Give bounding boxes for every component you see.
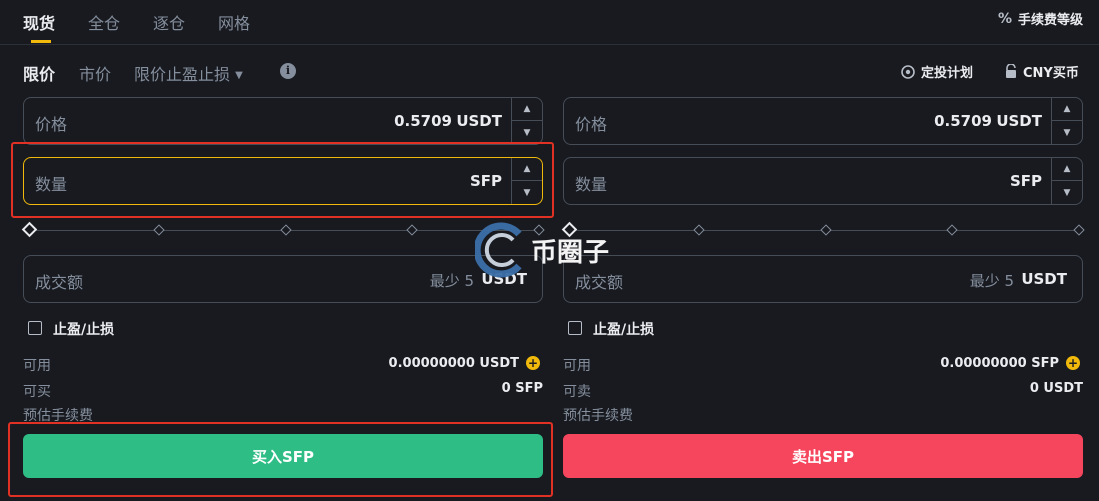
sell-total-field[interactable]: 成交额 最少 5 USDT bbox=[563, 255, 1083, 303]
sell-max-label: 可卖 bbox=[563, 384, 591, 400]
sell-available-value: 0.00000000 SFP bbox=[940, 356, 1059, 371]
buy-slider-stop-25[interactable] bbox=[153, 224, 165, 236]
decrement-icon[interactable]: ▼ bbox=[1052, 181, 1082, 204]
watermark-logo-icon bbox=[475, 222, 522, 278]
order-type-market[interactable]: 市价 bbox=[79, 61, 111, 85]
sell-slider-stop-25[interactable] bbox=[693, 224, 705, 236]
decrement-icon[interactable]: ▼ bbox=[512, 121, 542, 144]
tab-spot[interactable]: 现货 bbox=[23, 10, 55, 34]
sell-slider-stop-75[interactable] bbox=[946, 224, 958, 236]
deposit-plus-icon[interactable]: + bbox=[1066, 356, 1080, 370]
buy-max-label: 可买 bbox=[23, 384, 51, 400]
sell-available-label: 可用 bbox=[563, 358, 591, 374]
info-icon[interactable]: i bbox=[280, 63, 296, 79]
buy-price-field[interactable]: 价格 0.5709 USDT ▲ ▼ bbox=[23, 97, 543, 145]
fee-tier-link[interactable]: % 手续费等级 bbox=[997, 9, 1083, 29]
increment-icon[interactable]: ▲ bbox=[1052, 98, 1082, 121]
buy-price-unit: USDT bbox=[456, 112, 502, 130]
tab-isolated[interactable]: 逐仓 bbox=[153, 10, 185, 34]
sell-total-unit: USDT bbox=[1021, 270, 1067, 288]
buy-slider-stop-75[interactable] bbox=[406, 224, 418, 236]
sell-amount-stepper[interactable]: ▲ ▼ bbox=[1051, 158, 1082, 204]
increment-icon[interactable]: ▲ bbox=[1052, 158, 1082, 181]
buy-available-label: 可用 bbox=[23, 358, 51, 374]
tabs-divider bbox=[0, 44, 1099, 45]
caret-down-icon: ▼ bbox=[235, 70, 243, 81]
lock-icon bbox=[1006, 64, 1016, 78]
sell-price-field[interactable]: 价格 0.5709 USDT ▲ ▼ bbox=[563, 97, 1083, 145]
highlight-box-amount bbox=[11, 142, 554, 218]
sell-amount-unit: SFP bbox=[1009, 172, 1042, 190]
buy-cny-label: CNY买币 bbox=[1023, 66, 1079, 81]
sell-slider-stop-50[interactable] bbox=[820, 224, 832, 236]
order-type-limit[interactable]: 限价 bbox=[23, 61, 55, 85]
sell-amount-label: 数量 bbox=[575, 175, 608, 194]
sell-slider-stop-100[interactable] bbox=[1073, 224, 1085, 236]
order-type-stop-limit-label: 限价止盈止损 bbox=[134, 65, 231, 84]
buy-price-value[interactable]: 0.5709 bbox=[394, 112, 452, 130]
sell-tpsl-label: 止盈/止损 bbox=[593, 322, 655, 338]
auto-invest-link[interactable]: 定投计划 bbox=[900, 62, 973, 81]
sell-tpsl-checkbox[interactable] bbox=[568, 321, 582, 335]
percent-icon: % bbox=[997, 10, 1012, 27]
sell-max-value: 0 USDT bbox=[1029, 381, 1083, 396]
sell-price-unit: USDT bbox=[996, 112, 1042, 130]
buy-available-value: 0.00000000 USDT bbox=[388, 356, 519, 371]
tab-grid[interactable]: 网格 bbox=[218, 10, 250, 34]
buy-price-label: 价格 bbox=[35, 115, 68, 134]
buy-price-stepper[interactable]: ▲ ▼ bbox=[511, 98, 542, 144]
watermark-logo: 币圈子 bbox=[475, 222, 609, 278]
buy-cny-link[interactable]: CNY买币 bbox=[1004, 62, 1079, 81]
deposit-plus-icon[interactable]: + bbox=[526, 356, 540, 370]
sell-button[interactable]: 卖出SFP bbox=[563, 434, 1083, 478]
buy-slider-handle[interactable] bbox=[21, 221, 38, 238]
buy-total-label: 成交额 bbox=[35, 273, 84, 292]
auto-invest-label: 定投计划 bbox=[921, 66, 974, 81]
increment-icon[interactable]: ▲ bbox=[512, 98, 542, 121]
sell-price-value[interactable]: 0.5709 bbox=[934, 112, 992, 130]
buy-max-value: 0 SFP bbox=[501, 381, 543, 396]
tab-cross[interactable]: 全仓 bbox=[88, 10, 120, 34]
buy-total-field[interactable]: 成交额 最少 5 USDT bbox=[23, 255, 543, 303]
order-type-stop-limit[interactable]: 限价止盈止损 ▼ bbox=[134, 61, 243, 85]
watermark-text: 币圈子 bbox=[531, 237, 610, 268]
fee-tier-label: 手续费等级 bbox=[1017, 13, 1083, 28]
auto-invest-icon bbox=[901, 64, 915, 79]
sell-price-label: 价格 bbox=[575, 115, 608, 134]
sell-total-min-hint: 最少 5 bbox=[969, 272, 1014, 290]
buy-total-min-hint: 最少 5 bbox=[429, 272, 474, 290]
buy-tpsl-label: 止盈/止损 bbox=[53, 322, 115, 338]
sell-fee-label: 预估手续费 bbox=[563, 408, 633, 424]
buy-slider-stop-50[interactable] bbox=[280, 224, 292, 236]
buy-tpsl-checkbox[interactable] bbox=[28, 321, 42, 335]
decrement-icon[interactable]: ▼ bbox=[1052, 121, 1082, 144]
highlight-box-buy-button bbox=[8, 422, 553, 497]
sell-amount-field[interactable]: 数量 SFP ▲ ▼ bbox=[563, 157, 1083, 205]
active-tab-indicator bbox=[31, 40, 51, 43]
sell-price-stepper[interactable]: ▲ ▼ bbox=[1051, 98, 1082, 144]
